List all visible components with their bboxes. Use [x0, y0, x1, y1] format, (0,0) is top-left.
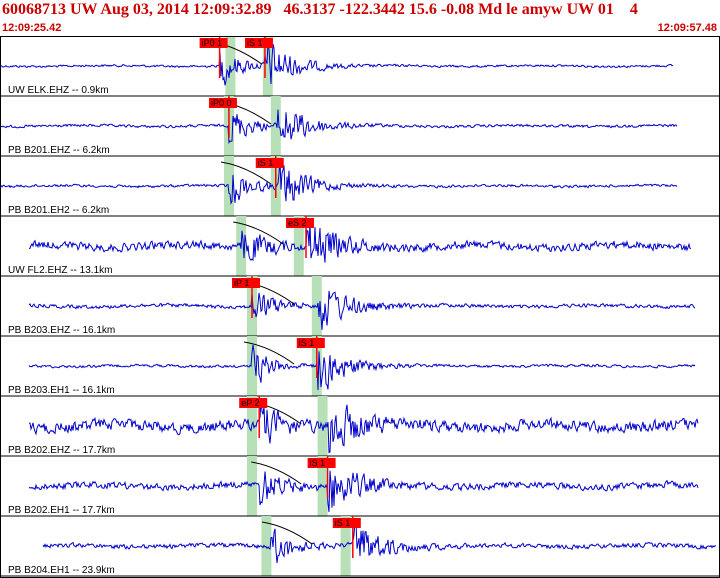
pick-label[interactable]: iS 1 [310, 458, 326, 468]
pick-label[interactable]: iS 1 [258, 158, 274, 168]
trace-panel[interactable]: iS 1 PB B204.EH1 -- 23.9km [0, 516, 720, 577]
trace-panel[interactable]: eS 2 UW FL2.EHZ -- 13.1km [0, 216, 720, 277]
station-label: PB B202.EHZ -- 17.7km [8, 445, 115, 456]
waveform [0, 159, 678, 205]
pick-label[interactable]: iP0 0 [211, 98, 232, 108]
seismogram-viewer: 60068713 UW Aug 03, 2014 12:09:32.89 46.… [0, 0, 720, 578]
waveform [28, 344, 696, 391]
pick-label[interactable]: iS 1 [247, 38, 263, 48]
station-label: PB B201.EH2 -- 6.2km [8, 205, 109, 216]
waveform [28, 470, 699, 512]
trace-panel[interactable]: iP0 0 PB B201.EHZ -- 6.2km [0, 96, 720, 157]
waveform [0, 109, 678, 145]
time-window-band [247, 456, 257, 516]
station-label: PB B203.EH1 -- 16.1km [8, 385, 115, 396]
pick-label[interactable]: iS 1 [299, 338, 315, 348]
pick-label[interactable]: eP 2 [241, 398, 259, 408]
waveform [28, 221, 692, 263]
waveform-plot[interactable]: iP0 1 iS 1 UW ELK.EHZ -- 0.9km iP0 0 PB B201… [0, 0, 720, 578]
station-label: PB B204.EH1 -- 23.9km [8, 565, 115, 576]
waveform [42, 518, 717, 563]
pick-label[interactable]: iP 1 [234, 278, 249, 288]
waveform [29, 400, 699, 454]
pick-label[interactable]: iP0 1 [202, 38, 223, 48]
station-label: UW FL2.EHZ -- 13.1km [8, 265, 112, 276]
trace-panel[interactable]: eP 2 PB B202.EHZ -- 17.7km [0, 396, 720, 457]
trace-panel[interactable]: iS 1 PB B203.EH1 -- 16.1km [0, 336, 720, 397]
station-label: PB B203.EHZ -- 16.1km [8, 325, 115, 336]
trace-panel[interactable]: iS 1 PB B201.EH2 -- 6.2km [0, 156, 720, 217]
station-label: UW ELK.EHZ -- 0.9km [8, 85, 109, 96]
pick-label[interactable]: iS 1 [335, 518, 351, 528]
waveform [28, 290, 696, 330]
station-label: PB B201.EHZ -- 6.2km [8, 145, 110, 156]
waveform [0, 42, 674, 86]
station-label: PB B202.EH1 -- 17.7km [8, 505, 115, 516]
pick-label[interactable]: eS 2 [288, 218, 307, 228]
trace-panel[interactable]: iP 1 PB B203.EHZ -- 16.1km [0, 276, 720, 337]
trace-panel[interactable]: iS 1 PB B202.EH1 -- 17.7km [0, 456, 720, 517]
trace-panel[interactable]: iP0 1 iS 1 UW ELK.EHZ -- 0.9km [0, 36, 720, 97]
